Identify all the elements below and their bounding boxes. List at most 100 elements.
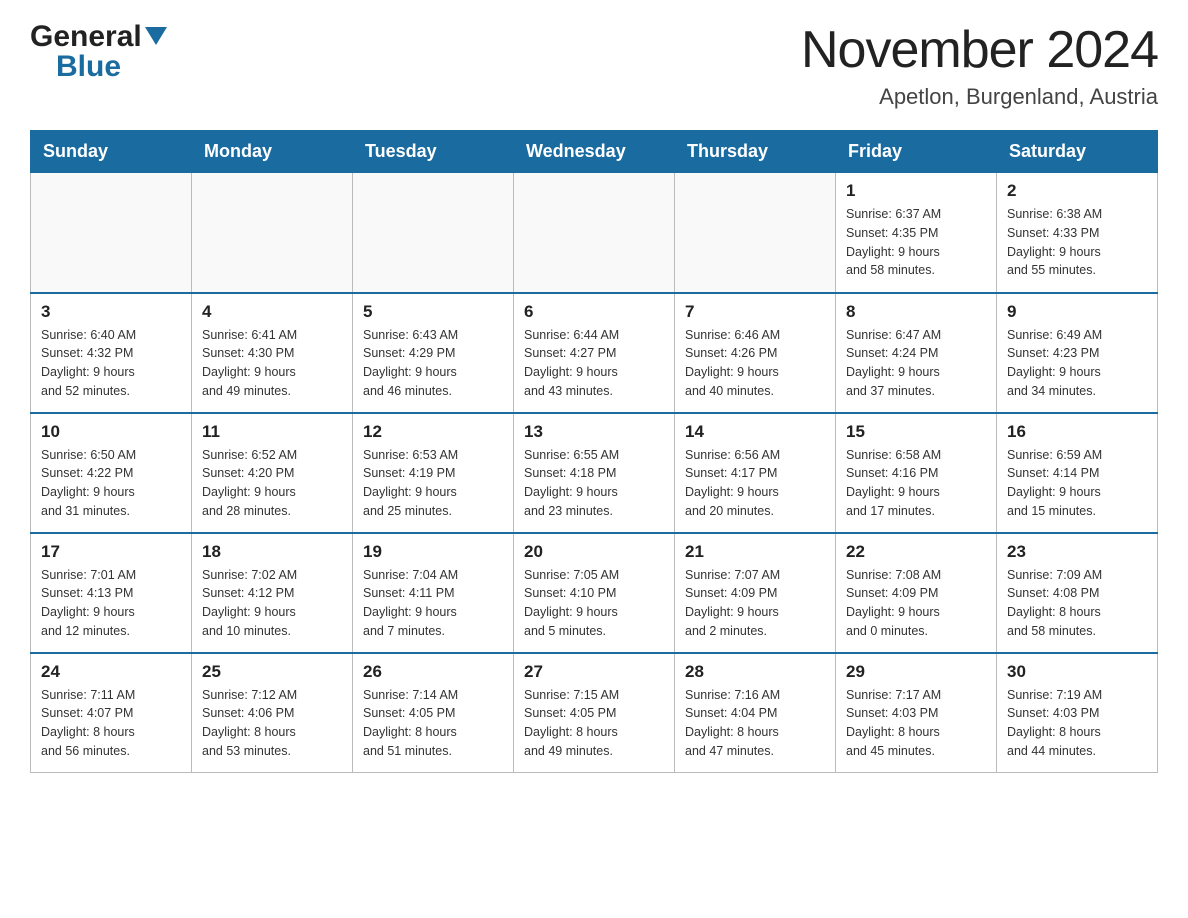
day-number: 25 [202,662,342,682]
day-number: 3 [41,302,181,322]
day-info: Sunrise: 7:08 AM Sunset: 4:09 PM Dayligh… [846,566,986,641]
day-info: Sunrise: 7:12 AM Sunset: 4:06 PM Dayligh… [202,686,342,761]
day-number: 17 [41,542,181,562]
calendar-cell: 9 Sunrise: 6:49 AM Sunset: 4:23 PM Daylig… [997,293,1158,413]
day-number: 24 [41,662,181,682]
calendar-cell: 6 Sunrise: 6:44 AM Sunset: 4:27 PM Daylig… [514,293,675,413]
calendar-cell: 27 Sunrise: 7:15 AM Sunset: 4:05 PM Dayli… [514,653,675,773]
day-number: 1 [846,181,986,201]
day-number: 5 [363,302,503,322]
weekday-header-monday: Monday [192,131,353,173]
calendar-cell: 1 Sunrise: 6:37 AM Sunset: 4:35 PM Daylig… [836,173,997,293]
weekday-header-wednesday: Wednesday [514,131,675,173]
calendar-cell [675,173,836,293]
title-section: November 2024 Apetlon, Burgenland, Austr… [801,20,1158,110]
day-number: 11 [202,422,342,442]
day-info: Sunrise: 7:02 AM Sunset: 4:12 PM Dayligh… [202,566,342,641]
day-number: 23 [1007,542,1147,562]
day-number: 4 [202,302,342,322]
weekday-header-thursday: Thursday [675,131,836,173]
day-number: 9 [1007,302,1147,322]
day-number: 10 [41,422,181,442]
weekday-header-friday: Friday [836,131,997,173]
calendar-cell: 12 Sunrise: 6:53 AM Sunset: 4:19 PM Dayli… [353,413,514,533]
day-info: Sunrise: 6:55 AM Sunset: 4:18 PM Dayligh… [524,446,664,521]
day-info: Sunrise: 7:17 AM Sunset: 4:03 PM Dayligh… [846,686,986,761]
day-number: 15 [846,422,986,442]
day-info: Sunrise: 6:46 AM Sunset: 4:26 PM Dayligh… [685,326,825,401]
calendar-cell: 2Sunrise: 6:38 AM Sunset: 4:33 PM Daylig… [997,173,1158,293]
calendar-cell: 13 Sunrise: 6:55 AM Sunset: 4:18 PM Dayli… [514,413,675,533]
day-info: Sunrise: 7:04 AM Sunset: 4:11 PM Dayligh… [363,566,503,641]
calendar-cell [192,173,353,293]
day-info: Sunrise: 6:37 AM Sunset: 4:35 PM Dayligh… [846,205,986,280]
day-info: Sunrise: 7:09 AM Sunset: 4:08 PM Dayligh… [1007,566,1147,641]
calendar-cell: 20 Sunrise: 7:05 AM Sunset: 4:10 PM Dayli… [514,533,675,653]
calendar-cell: 14 Sunrise: 6:56 AM Sunset: 4:17 PM Dayli… [675,413,836,533]
day-number: 7 [685,302,825,322]
calendar-week-row: 10 Sunrise: 6:50 AM Sunset: 4:22 PM Dayli… [31,413,1158,533]
day-number: 29 [846,662,986,682]
day-number: 20 [524,542,664,562]
calendar-cell: 26 Sunrise: 7:14 AM Sunset: 4:05 PM Dayli… [353,653,514,773]
calendar-cell: 3 Sunrise: 6:40 AM Sunset: 4:32 PM Daylig… [31,293,192,413]
day-info: Sunrise: 6:49 AM Sunset: 4:23 PM Dayligh… [1007,326,1147,401]
day-number: 8 [846,302,986,322]
day-number: 12 [363,422,503,442]
day-info: Sunrise: 6:50 AM Sunset: 4:22 PM Dayligh… [41,446,181,521]
calendar-cell [31,173,192,293]
calendar-cell: 28 Sunrise: 7:16 AM Sunset: 4:04 PM Dayli… [675,653,836,773]
location-subtitle: Apetlon, Burgenland, Austria [801,84,1158,110]
weekday-header-tuesday: Tuesday [353,131,514,173]
page-header: General Blue November 2024 Apetlon, Burg… [30,20,1158,110]
day-info: Sunrise: 7:14 AM Sunset: 4:05 PM Dayligh… [363,686,503,761]
day-info: Sunrise: 6:53 AM Sunset: 4:19 PM Dayligh… [363,446,503,521]
calendar-cell: 30Sunrise: 7:19 AM Sunset: 4:03 PM Dayli… [997,653,1158,773]
calendar-cell: 17 Sunrise: 7:01 AM Sunset: 4:13 PM Dayli… [31,533,192,653]
calendar-cell: 23 Sunrise: 7:09 AM Sunset: 4:08 PM Dayli… [997,533,1158,653]
day-info: Sunrise: 6:52 AM Sunset: 4:20 PM Dayligh… [202,446,342,521]
day-number: 21 [685,542,825,562]
month-title: November 2024 [801,20,1158,80]
calendar-cell: 11 Sunrise: 6:52 AM Sunset: 4:20 PM Dayli… [192,413,353,533]
day-number: 14 [685,422,825,442]
calendar-cell: 29 Sunrise: 7:17 AM Sunset: 4:03 PM Dayli… [836,653,997,773]
day-number: 22 [846,542,986,562]
day-info: Sunrise: 7:01 AM Sunset: 4:13 PM Dayligh… [41,566,181,641]
weekday-header-sunday: Sunday [31,131,192,173]
logo: General Blue [30,20,167,84]
day-info: Sunrise: 7:05 AM Sunset: 4:10 PM Dayligh… [524,566,664,641]
calendar-week-row: 3 Sunrise: 6:40 AM Sunset: 4:32 PM Daylig… [31,293,1158,413]
calendar-cell [353,173,514,293]
calendar-cell: 22 Sunrise: 7:08 AM Sunset: 4:09 PM Dayli… [836,533,997,653]
calendar-cell: 4Sunrise: 6:41 AM Sunset: 4:30 PM Daylig… [192,293,353,413]
calendar-cell: 18 Sunrise: 7:02 AM Sunset: 4:12 PM Dayli… [192,533,353,653]
day-number: 27 [524,662,664,682]
calendar-week-row: 24 Sunrise: 7:11 AM Sunset: 4:07 PM Dayli… [31,653,1158,773]
calendar-week-row: 17 Sunrise: 7:01 AM Sunset: 4:13 PM Dayli… [31,533,1158,653]
calendar-cell: 19Sunrise: 7:04 AM Sunset: 4:11 PM Dayli… [353,533,514,653]
day-number: 18 [202,542,342,562]
day-number: 28 [685,662,825,682]
day-number: 26 [363,662,503,682]
calendar-cell: 7 Sunrise: 6:46 AM Sunset: 4:26 PM Daylig… [675,293,836,413]
day-info: Sunrise: 6:40 AM Sunset: 4:32 PM Dayligh… [41,326,181,401]
calendar-table: SundayMondayTuesdayWednesdayThursdayFrid… [30,130,1158,773]
day-number: 16 [1007,422,1147,442]
day-info: Sunrise: 7:11 AM Sunset: 4:07 PM Dayligh… [41,686,181,761]
day-info: Sunrise: 6:47 AM Sunset: 4:24 PM Dayligh… [846,326,986,401]
calendar-cell: 5Sunrise: 6:43 AM Sunset: 4:29 PM Daylig… [353,293,514,413]
day-number: 2 [1007,181,1147,201]
day-info: Sunrise: 6:44 AM Sunset: 4:27 PM Dayligh… [524,326,664,401]
day-info: Sunrise: 6:59 AM Sunset: 4:14 PM Dayligh… [1007,446,1147,521]
calendar-cell [514,173,675,293]
day-info: Sunrise: 7:07 AM Sunset: 4:09 PM Dayligh… [685,566,825,641]
day-number: 13 [524,422,664,442]
logo-general-text: General [30,20,142,54]
day-number: 6 [524,302,664,322]
day-info: Sunrise: 6:56 AM Sunset: 4:17 PM Dayligh… [685,446,825,521]
calendar-cell: 16 Sunrise: 6:59 AM Sunset: 4:14 PM Dayli… [997,413,1158,533]
calendar-cell: 10 Sunrise: 6:50 AM Sunset: 4:22 PM Dayli… [31,413,192,533]
day-info: Sunrise: 7:15 AM Sunset: 4:05 PM Dayligh… [524,686,664,761]
day-info: Sunrise: 7:16 AM Sunset: 4:04 PM Dayligh… [685,686,825,761]
